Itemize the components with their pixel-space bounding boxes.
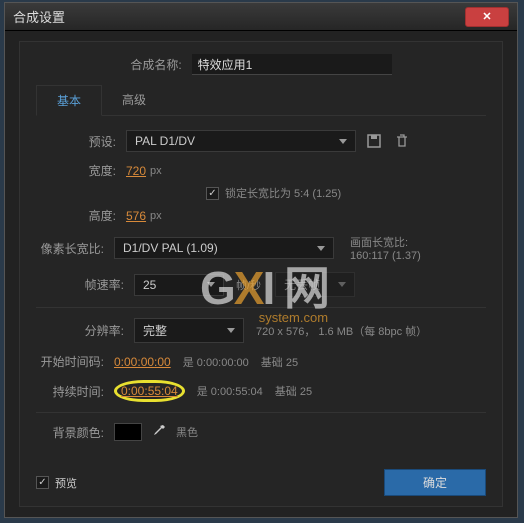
duration-label: 持续时间: (36, 383, 104, 400)
bgcolor-name: 黑色 (176, 424, 198, 440)
preset-value: PAL D1/DV (135, 134, 195, 148)
footer: ✓ 预览 确定 (36, 469, 486, 496)
fps-value: 25 (143, 278, 156, 292)
height-value[interactable]: 576 (126, 209, 146, 223)
comp-name-input[interactable] (192, 54, 392, 75)
start-info-b: 基础 25 (261, 354, 298, 370)
preview-label: 预览 (55, 475, 77, 491)
par-value: D1/DV PAL (1.09) (123, 241, 218, 255)
fps-unit: 帧/秒 (236, 277, 261, 293)
duration-info-a: 是 0:00:55:04 (197, 383, 263, 399)
width-value[interactable]: 720 (126, 164, 146, 178)
bgcolor-swatch[interactable] (114, 423, 142, 441)
height-unit: px (150, 210, 162, 222)
composition-settings-window: 合成设置 ✕ 合成名称: 基本 高级 预设: PAL D1/DV (4, 2, 518, 518)
dropframe-select[interactable]: 无丢帧 (275, 272, 355, 297)
lock-aspect-label: 锁定长宽比为 5:4 (1.25) (225, 185, 341, 201)
resolution-select[interactable]: 完整 (134, 318, 244, 343)
lock-aspect-checkbox[interactable]: ✓ (206, 187, 219, 200)
preset-label: 预设: (76, 133, 116, 150)
width-label: 宽度: (76, 162, 116, 179)
chevron-down-icon (227, 328, 235, 333)
close-icon: ✕ (482, 10, 491, 23)
width-unit: px (150, 165, 162, 177)
window-title: 合成设置 (13, 7, 465, 26)
start-info-a: 是 0:00:00:00 (183, 354, 249, 370)
bgcolor-label: 背景颜色: (36, 424, 104, 441)
frame-aspect-value: 160:117 (1.37) (350, 250, 421, 262)
eyedropper-icon (152, 424, 166, 438)
divider (36, 307, 486, 308)
start-timecode-label: 开始时间码: (36, 353, 104, 370)
chevron-down-icon (207, 282, 215, 287)
chevron-down-icon (317, 246, 325, 251)
save-preset-icon (367, 134, 381, 148)
preset-select[interactable]: PAL D1/DV (126, 130, 356, 152)
frame-aspect-label: 画面长宽比: (350, 234, 421, 250)
ok-button[interactable]: 确定 (384, 469, 486, 496)
preview-checkbox[interactable]: ✓ (36, 476, 49, 489)
fps-label: 帧速率: (76, 276, 124, 293)
resolution-info: 720 x 576， 1.6 MB（每 8bpc 帧） (256, 323, 427, 339)
tab-basic[interactable]: 基本 (36, 85, 102, 116)
titlebar: 合成设置 ✕ (5, 3, 517, 31)
save-preset-button[interactable] (364, 131, 384, 151)
resolution-label: 分辨率: (76, 322, 124, 339)
chevron-down-icon (338, 282, 346, 287)
window-body: 合成名称: 基本 高级 预设: PAL D1/DV (5, 31, 517, 517)
divider (36, 412, 486, 413)
delete-preset-button[interactable] (392, 131, 412, 151)
trash-icon (396, 134, 408, 148)
close-button[interactable]: ✕ (465, 7, 509, 27)
par-label: 像素长宽比: (36, 240, 104, 257)
tabs: 基本 高级 (36, 85, 486, 116)
resolution-value: 完整 (143, 322, 167, 339)
inner-panel: 合成名称: 基本 高级 预设: PAL D1/DV (19, 41, 503, 507)
duration-highlight: 0:00:55:04 (114, 380, 185, 402)
fps-select[interactable]: 25 (134, 274, 224, 296)
par-select[interactable]: D1/DV PAL (1.09) (114, 237, 334, 259)
chevron-down-icon (339, 139, 347, 144)
comp-name-label: 合成名称: (130, 56, 181, 73)
duration-info-b: 基础 25 (275, 383, 312, 399)
eyedropper-button[interactable] (152, 424, 166, 441)
start-timecode-value[interactable]: 0:00:00:00 (114, 355, 171, 369)
tab-advanced[interactable]: 高级 (102, 85, 166, 115)
height-label: 高度: (76, 207, 116, 224)
dropframe-value: 无丢帧 (284, 276, 320, 293)
duration-value[interactable]: 0:00:55:04 (121, 384, 178, 398)
